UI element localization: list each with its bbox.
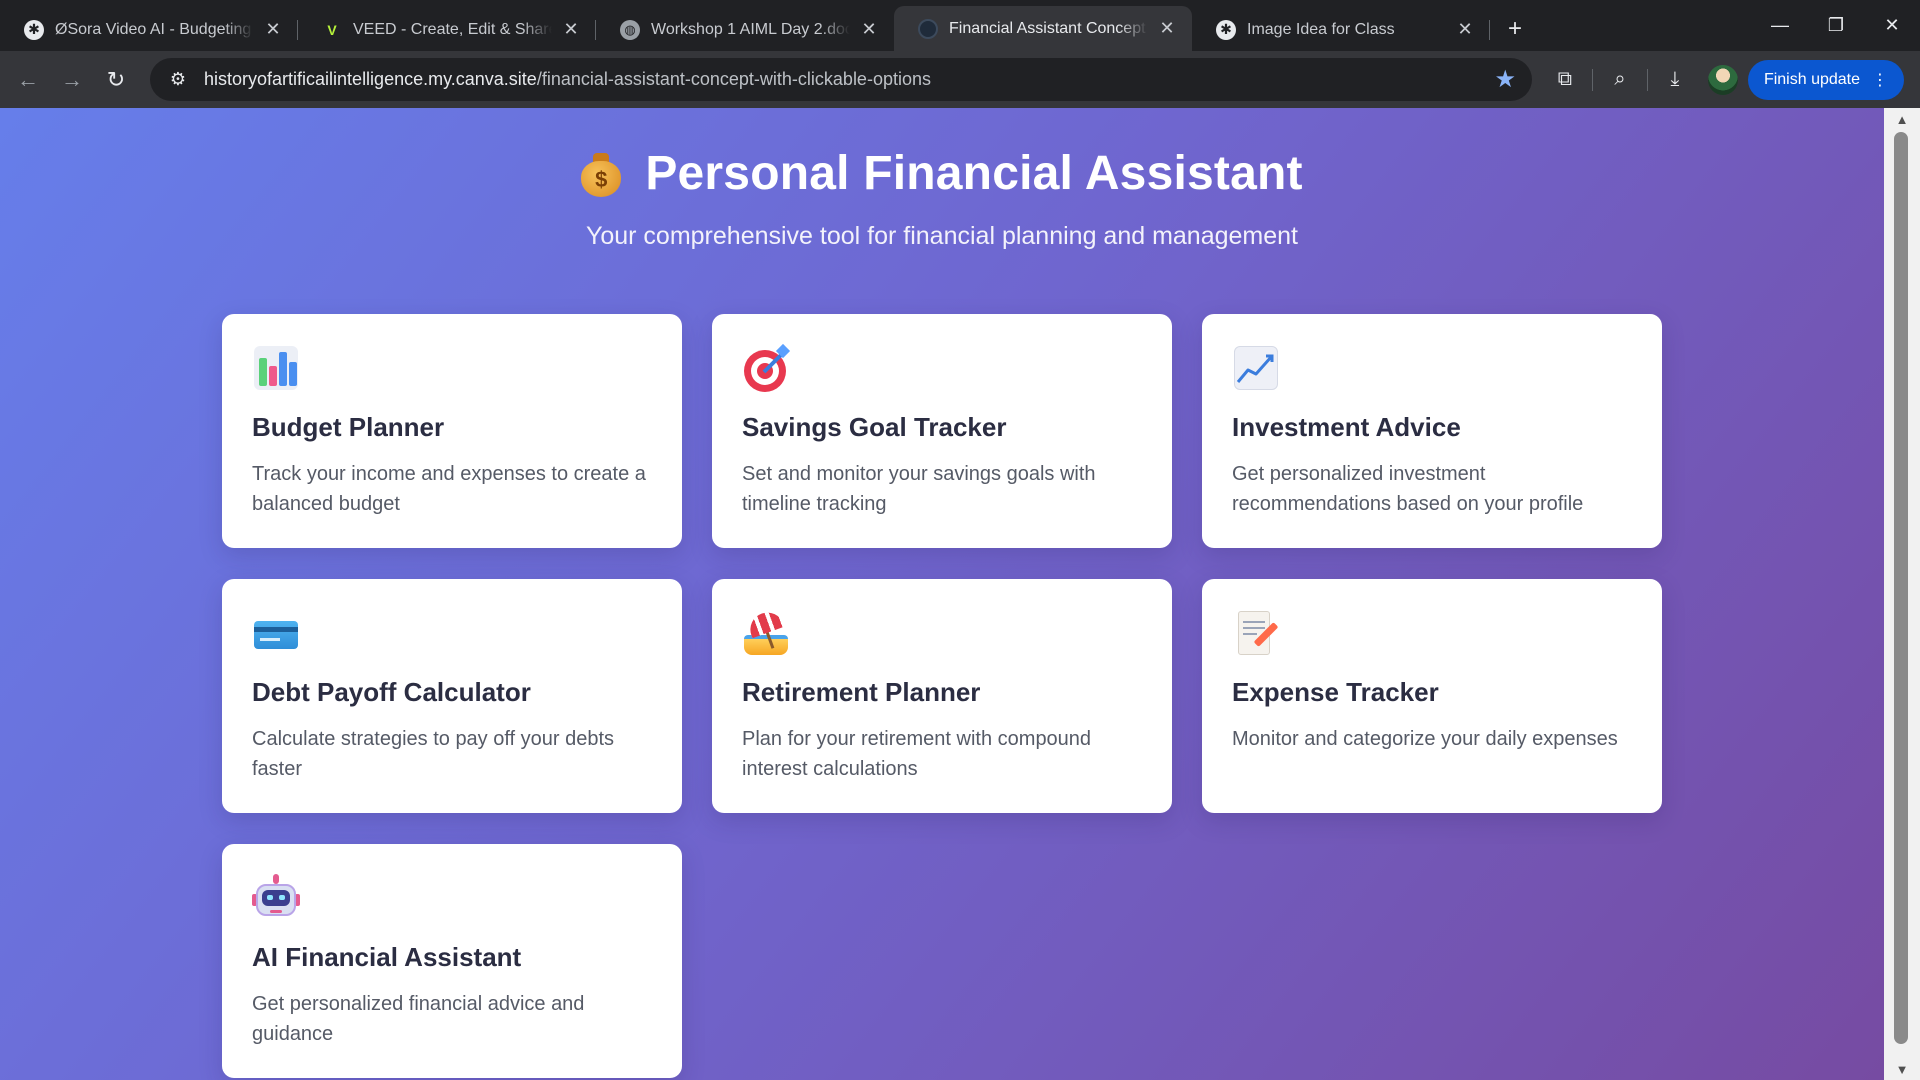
robot-icon	[252, 874, 300, 922]
card-title: Investment Advice	[1232, 412, 1461, 442]
veed-icon: V	[322, 19, 342, 40]
download-icon[interactable]: ⤓	[1652, 57, 1698, 103]
finish-update-label: Finish update	[1763, 70, 1860, 88]
url-text[interactable]: historyofartificailintelligence.my.canva…	[204, 69, 1494, 90]
browser-toolbar: ← → ↻ ⚙ historyofartificailintelligence.…	[0, 51, 1920, 108]
tab-veed[interactable]: V VEED - Create, Edit & Share Vid ✕	[298, 8, 596, 51]
tab-strip: ✱ ØSora Video AI - Budgeting Str ✕ V VEE…	[0, 0, 1920, 51]
card-title: AI Financial Assistant	[252, 942, 522, 972]
openai-icon: ✱	[1216, 19, 1236, 40]
minimize-button[interactable]: —	[1752, 0, 1808, 51]
tab-title: Workshop 1 AIML Day 2.docx	[651, 20, 850, 38]
card-title: Expense Tracker	[1232, 677, 1439, 707]
address-bar[interactable]: ⚙ historyofartificailintelligence.my.can…	[150, 58, 1532, 101]
close-icon[interactable]: ✕	[560, 19, 582, 41]
page-title: $ Personal Financial Assistant	[0, 146, 1884, 201]
scroll-up-arrow-icon[interactable]: ▲	[1884, 108, 1920, 130]
card-description: Get personalized financial advice and gu…	[252, 993, 585, 1045]
card-description: Calculate strategies to pay off your deb…	[252, 728, 615, 780]
close-window-button[interactable]: ✕	[1864, 0, 1920, 51]
restore-button[interactable]: ❐	[1808, 0, 1864, 51]
toolbar-separator	[1591, 68, 1593, 91]
site-info-icon[interactable]: ⚙	[166, 68, 190, 92]
tab-separator	[1489, 20, 1490, 40]
card-debt-payoff-calculator[interactable]: Debt Payoff Calculator Calculate strateg…	[222, 579, 682, 813]
profile-avatar[interactable]	[1707, 64, 1738, 95]
more-menu-icon: ⋮	[1872, 71, 1888, 89]
card-retirement-planner[interactable]: Retirement Planner Plan for your retirem…	[712, 579, 1172, 813]
money-bag-icon: $	[581, 151, 622, 197]
tab-image-idea[interactable]: ✱ Image Idea for Class ✕	[1192, 8, 1490, 51]
close-icon[interactable]: ✕	[858, 19, 880, 41]
tab-title: VEED - Create, Edit & Share Vid	[353, 20, 552, 38]
new-tab-button[interactable]: +	[1498, 12, 1532, 46]
credit-card-icon	[252, 609, 300, 657]
back-button[interactable]: ←	[6, 58, 50, 102]
scroll-down-arrow-icon[interactable]: ▼	[1884, 1058, 1920, 1080]
globe-icon: ◍	[620, 19, 640, 40]
page-subtitle: Your comprehensive tool for financial pl…	[585, 222, 1299, 250]
trending-chart-icon	[1232, 344, 1280, 392]
close-icon[interactable]: ✕	[262, 19, 284, 41]
finish-update-button[interactable]: Finish update ⋮	[1747, 59, 1904, 100]
page-scrollbar[interactable]: ▲ ▼	[1884, 108, 1920, 1080]
tab-workshop-doc[interactable]: ◍ Workshop 1 AIML Day 2.docx ✕	[596, 8, 894, 51]
url-path: /financial-assistant-concept-with-clicka…	[536, 69, 931, 89]
card-description: Track your income and expenses to create…	[252, 463, 646, 515]
memo-icon	[1232, 609, 1280, 657]
card-expense-tracker[interactable]: Expense Tracker Monitor and categorize y…	[1202, 579, 1662, 813]
bar-chart-icon	[252, 344, 300, 392]
forward-button[interactable]: →	[50, 58, 94, 102]
bookmark-star-icon[interactable]: ★	[1494, 65, 1516, 94]
search-tab-icon[interactable]: ⌕	[1597, 57, 1643, 103]
card-savings-goal-tracker[interactable]: Savings Goal Tracker Set and monitor you…	[712, 314, 1172, 548]
card-budget-planner[interactable]: Budget Planner Track your income and exp…	[222, 314, 682, 548]
extensions-icon[interactable]: ⧉	[1542, 57, 1588, 103]
toolbar-separator	[1646, 68, 1648, 91]
card-description: Set and monitor your savings goals with …	[742, 463, 1096, 515]
url-host: historyofartificailintelligence.my.canva…	[204, 69, 537, 89]
card-ai-financial-assistant[interactable]: AI Financial Assistant Get personalized …	[222, 844, 682, 1078]
tab-sora-video[interactable]: ✱ ØSora Video AI - Budgeting Str ✕	[0, 8, 298, 51]
toolbar-actions: ⧉ ⌕ ⤓ Finish update ⋮	[1542, 51, 1920, 108]
card-title: Savings Goal Tracker	[742, 412, 1007, 442]
reload-button[interactable]: ↻	[94, 58, 138, 102]
tab-title: Financial Assistant Concept with	[949, 19, 1148, 37]
window-controls: — ❐ ✕	[1752, 0, 1920, 51]
scrollbar-thumb[interactable]	[1894, 132, 1908, 1044]
tab-title: Image Idea for Class	[1247, 20, 1395, 38]
close-icon[interactable]: ✕	[1454, 19, 1476, 41]
target-icon	[742, 343, 791, 392]
page-title-text: Personal Financial Assistant	[645, 147, 1303, 200]
tab-title: ØSora Video AI - Budgeting Str	[55, 20, 254, 38]
card-description: Plan for your retirement with compound i…	[742, 728, 1092, 780]
canva-icon	[918, 18, 938, 39]
card-title: Debt Payoff Calculator	[252, 677, 531, 707]
beach-umbrella-icon	[742, 607, 790, 657]
page-viewport: $ Personal Financial Assistant Your comp…	[0, 108, 1884, 1080]
card-title: Retirement Planner	[742, 677, 981, 707]
close-icon[interactable]: ✕	[1156, 18, 1178, 40]
card-description: Monitor and categorize your daily expens…	[1232, 728, 1618, 750]
card-title: Budget Planner	[252, 412, 445, 442]
tab-financial-assistant[interactable]: Financial Assistant Concept with ✕	[894, 6, 1192, 51]
card-description: Get personalized investment recommendati…	[1232, 463, 1584, 515]
card-investment-advice[interactable]: Investment Advice Get personalized inves…	[1202, 314, 1662, 548]
openai-icon: ✱	[24, 19, 44, 40]
